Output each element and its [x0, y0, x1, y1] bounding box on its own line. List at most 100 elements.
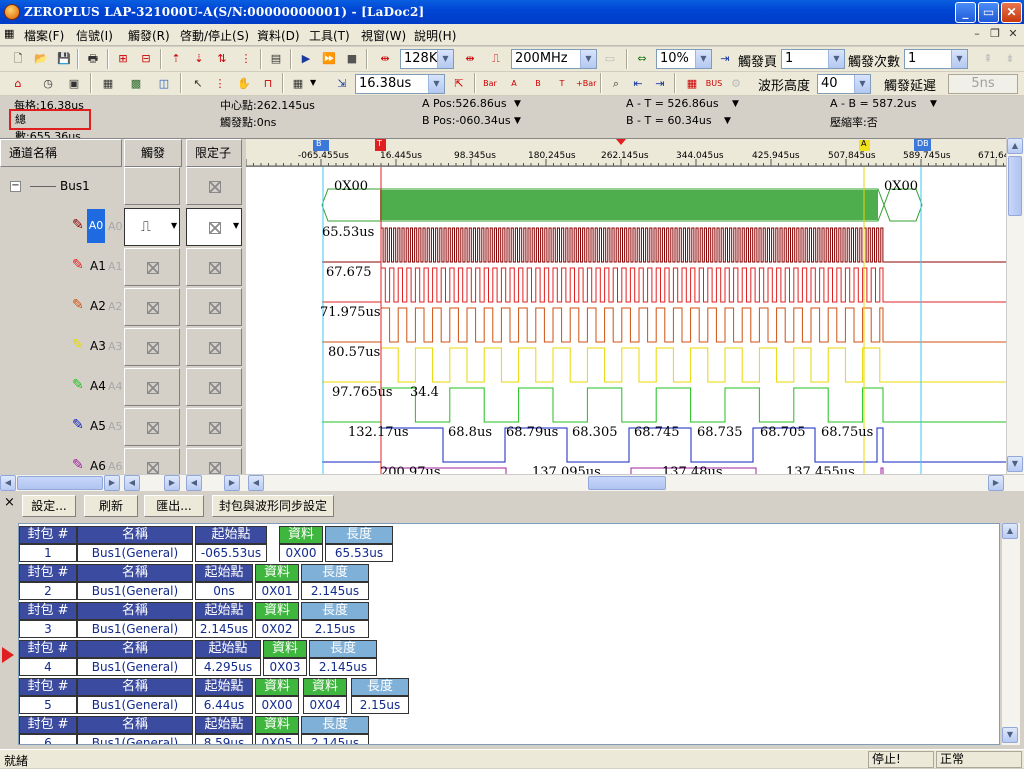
scroll-left-icon[interactable]: ◀: [0, 475, 16, 491]
search-next-icon[interactable]: ⇥: [650, 74, 670, 94]
bar-b-icon[interactable]: B Bar: [528, 74, 548, 108]
chevron-down-icon[interactable]: ▼: [951, 50, 967, 68]
calendar-icon[interactable]: ▦: [682, 74, 702, 94]
menu-file[interactable]: 檔案(F): [24, 27, 64, 44]
signal-up-icon[interactable]: ⇡: [166, 49, 186, 69]
grid-select-icon[interactable]: ▦: [288, 74, 308, 94]
cursor-icon[interactable]: ⋮: [210, 74, 230, 94]
scroll-thumb[interactable]: [1008, 156, 1022, 216]
channel-name-a4[interactable]: A4: [90, 379, 106, 393]
scroll-up-icon[interactable]: ▲: [1007, 138, 1023, 154]
menu-tools[interactable]: 工具(T): [309, 27, 350, 44]
qualifier-header[interactable]: 限定子: [186, 139, 242, 167]
hand-icon[interactable]: ✋: [234, 74, 254, 94]
open-folder-icon[interactable]: 📂: [31, 49, 51, 69]
scroll-right-icon[interactable]: ▶: [164, 475, 180, 491]
doc-icon[interactable]: ▦: [4, 27, 14, 40]
menu-run-stop[interactable]: 啓動/停止(S): [180, 27, 249, 44]
chevron-down-icon[interactable]: ▼: [724, 116, 731, 126]
binoculars-icon[interactable]: ⌕: [606, 74, 626, 94]
chevron-down-icon[interactable]: ▼: [514, 99, 521, 109]
settings-button[interactable]: 設定...: [22, 495, 76, 517]
a6-qualifier-cell[interactable]: [186, 448, 242, 475]
a0-trigger-cell[interactable]: ⎍ ▼: [124, 208, 180, 246]
sample-rate-select[interactable]: 200MHz ▼: [511, 49, 597, 69]
chevron-down-icon[interactable]: ▼: [854, 75, 870, 93]
bus-row[interactable]: − Bus1: [0, 167, 246, 207]
scroll-right-icon[interactable]: ▶: [988, 475, 1004, 491]
a4-trigger-cell[interactable]: [124, 368, 180, 406]
menu-signal[interactable]: 信號(I): [76, 27, 113, 44]
waveform-area[interactable]: -065.455us 16.445us 98.345us 180.245us 2…: [246, 138, 1010, 475]
channel-name-a0-selected[interactable]: A0: [87, 209, 105, 243]
menu-trigger[interactable]: 觸發(R): [128, 27, 170, 44]
refresh-button[interactable]: 刷新: [84, 495, 138, 517]
scroll-left-icon[interactable]: ◀: [124, 475, 140, 491]
channel-name-header[interactable]: 通道名稱: [0, 139, 122, 167]
scroll-left-icon[interactable]: ◀: [186, 475, 202, 491]
memory-depth-select[interactable]: 128K ▼: [400, 49, 454, 69]
time-per-div-select[interactable]: 16.38us ▼: [355, 74, 445, 94]
trigger-header[interactable]: 觸發: [124, 139, 182, 167]
channel-row-a4[interactable]: ✎ A4 A4: [0, 367, 246, 407]
bar-a-icon[interactable]: A Bar: [504, 74, 524, 108]
channel-name-a1[interactable]: A1: [90, 259, 106, 273]
a5-trigger-cell[interactable]: [124, 408, 180, 446]
screen-icon[interactable]: ▣: [64, 74, 84, 94]
channel-row-a5[interactable]: ✎ A5 A5: [0, 407, 246, 447]
scroll-right-icon[interactable]: ▶: [104, 475, 120, 491]
chevron-down-icon[interactable]: ▼: [930, 99, 937, 109]
a3-qualifier-cell[interactable]: [186, 328, 242, 366]
name-scroll-thumb[interactable]: [17, 476, 103, 490]
chevron-down-icon[interactable]: ▼: [580, 50, 596, 68]
mdi-restore-button[interactable]: ❐: [986, 27, 1004, 43]
home-icon[interactable]: ⌂: [8, 74, 28, 94]
chevron-down-icon[interactable]: ▼: [695, 50, 711, 68]
a5-qualifier-cell[interactable]: [186, 408, 242, 446]
chevron-down-icon[interactable]: ▼: [732, 99, 739, 109]
window-icon[interactable]: ◫: [154, 74, 174, 94]
signal-down-icon[interactable]: ⇣: [189, 49, 209, 69]
signal-sort-icon[interactable]: ⇅: [212, 49, 232, 69]
scroll-right-icon[interactable]: ▶: [224, 475, 240, 491]
bus-decode-icon[interactable]: BUS: [704, 74, 724, 94]
packet-sync-settings-button[interactable]: 封包與波形同步設定: [212, 495, 334, 517]
time-ruler[interactable]: -065.455us 16.445us 98.345us 180.245us 2…: [246, 139, 1010, 167]
maximize-button[interactable]: ▭: [978, 2, 999, 23]
channel-row-a6[interactable]: ✎ A6 A6: [0, 447, 246, 475]
a1-qualifier-cell[interactable]: [186, 248, 242, 286]
mdi-minimize-button[interactable]: –: [968, 27, 986, 43]
channel-name-a3[interactable]: A3: [90, 339, 106, 353]
wave-height-select[interactable]: 40 ▼: [817, 74, 871, 94]
measure-icon[interactable]: ⊓: [258, 74, 278, 94]
timer-icon[interactable]: ◷: [38, 74, 58, 94]
a2-qualifier-cell[interactable]: [186, 288, 242, 326]
grid-icon[interactable]: ▦: [98, 74, 118, 94]
channel-row-a0[interactable]: ✎ A0 A0 ⎍ ▼ ▼: [0, 207, 246, 247]
chevron-down-icon[interactable]: ▼: [310, 78, 316, 87]
trigger-page-select[interactable]: 1 ▼: [781, 49, 845, 69]
scroll-down-icon[interactable]: ▼: [1002, 727, 1018, 743]
scroll-down-icon[interactable]: ▼: [1007, 456, 1023, 472]
search-prev-icon[interactable]: ⇤: [628, 74, 648, 94]
bus-qualifier-cell[interactable]: [186, 167, 242, 205]
pointer-icon[interactable]: ↖: [188, 74, 208, 94]
a4-qualifier-cell[interactable]: [186, 368, 242, 406]
run-icon[interactable]: ▶: [296, 49, 316, 69]
run-repeat-icon[interactable]: ⏩: [319, 49, 339, 69]
chevron-down-icon[interactable]: ▼: [171, 221, 177, 230]
stop-icon[interactable]: ■: [342, 49, 362, 69]
packet-list[interactable]: 封包 # 名稱 起始點 資料 長度 1 Bus1(General) -065.5…: [18, 523, 1000, 745]
trigger-delay-field[interactable]: 5ns: [948, 74, 1018, 94]
chevron-down-icon[interactable]: ▼: [514, 116, 521, 126]
menu-data[interactable]: 資料(D): [257, 27, 300, 44]
waveform-vertical-scrollbar[interactable]: ▲ ▼: [1006, 138, 1024, 474]
bar-cursor-icon[interactable]: Bar: [480, 74, 500, 94]
chevron-down-icon[interactable]: ▼: [428, 75, 444, 93]
menu-window[interactable]: 視窗(W): [361, 27, 406, 44]
scroll-up-icon[interactable]: ▲: [1002, 523, 1018, 539]
mdi-close-button[interactable]: ✕: [1004, 27, 1022, 43]
zoom-fit-icon[interactable]: ⇔: [632, 49, 652, 69]
chevron-down-icon[interactable]: ▼: [437, 50, 453, 68]
bus-icon[interactable]: ⊞: [113, 49, 133, 69]
